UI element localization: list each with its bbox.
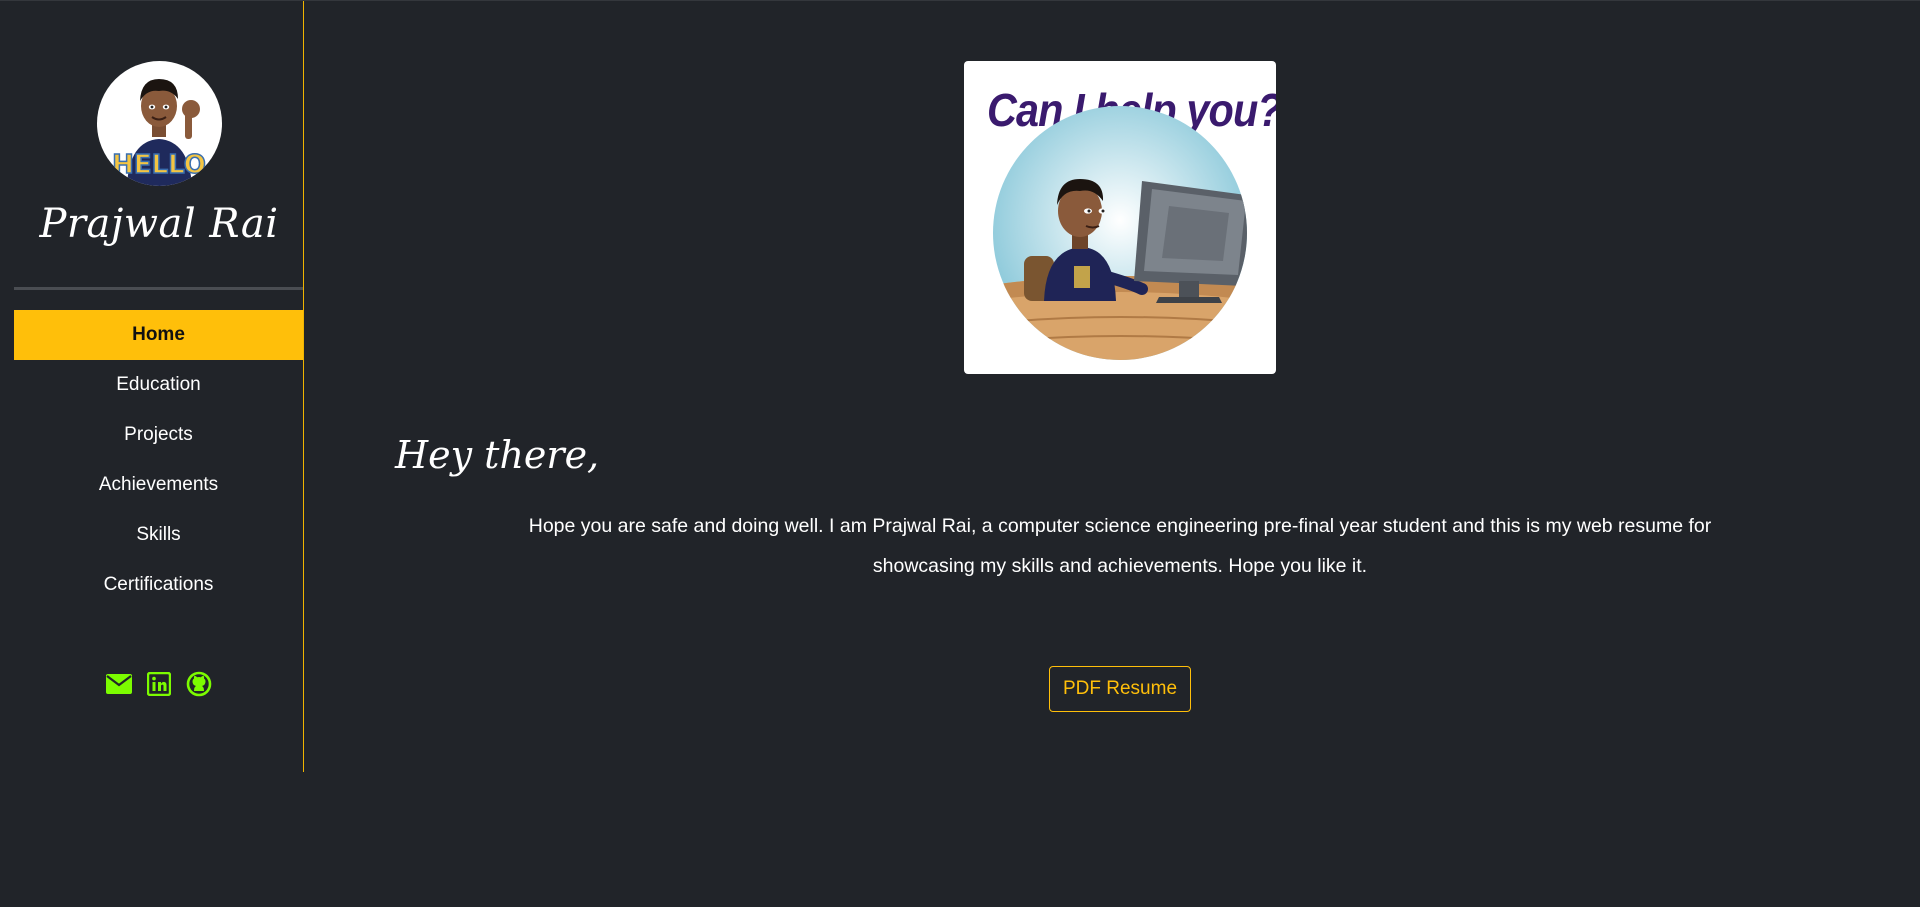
github-icon[interactable] [186,671,212,697]
sidebar: HELLO Prajwal Rai Home Education Project… [14,1,304,772]
nav-item-home[interactable]: Home [14,310,303,360]
nav-item-education[interactable]: Education [14,360,303,410]
hero-image: Can I help you? [964,61,1276,374]
nav-item-skills[interactable]: Skills [14,510,303,560]
avatar-hello-text: HELLO [112,150,206,180]
nav-item-achievements[interactable]: Achievements [14,460,303,510]
page: HELLO Prajwal Rai Home Education Project… [0,0,1920,907]
intro-paragraph: Hope you are safe and doing well. I am P… [528,515,1712,577]
sidebar-nav: Home Education Projects Achievements Ski… [14,310,303,610]
linkedin-icon[interactable] [146,671,172,697]
avatar-illustration: HELLO [111,79,207,186]
greeting-heading: Hey there, [395,433,600,477]
social-links [14,671,303,697]
envelope-icon[interactable] [105,671,132,697]
avatar: HELLO [97,61,222,186]
profile-name: Prajwal Rai [39,201,279,247]
hero-caption: Can I help you? [987,84,1276,136]
nav-item-projects[interactable]: Projects [14,410,303,460]
pdf-resume-button[interactable]: PDF Resume [1049,666,1191,712]
sidebar-divider [14,287,303,290]
nav-item-certifications[interactable]: Certifications [14,560,303,610]
